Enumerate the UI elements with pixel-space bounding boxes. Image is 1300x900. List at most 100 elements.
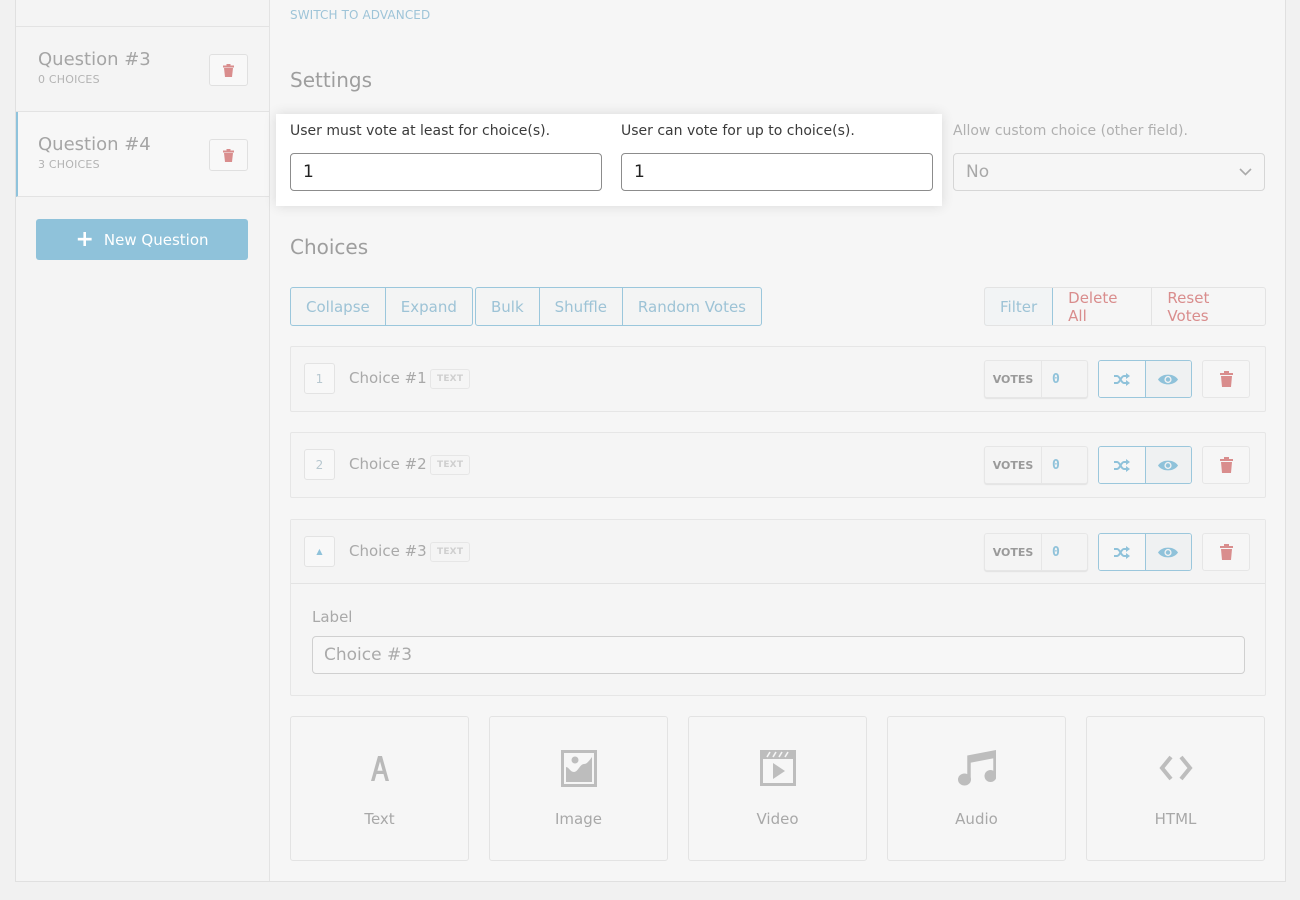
votes-label: VOTES bbox=[985, 447, 1042, 483]
toggle-visibility-button[interactable] bbox=[1145, 447, 1191, 483]
delete-choice-button[interactable] bbox=[1202, 533, 1250, 571]
image-icon bbox=[560, 749, 597, 787]
toggle-visibility-button[interactable] bbox=[1145, 534, 1191, 570]
choice-header[interactable]: 2 Choice #2 TEXT VOTES 0 bbox=[291, 433, 1265, 497]
settings-heading: Settings bbox=[290, 68, 373, 92]
collapse-button[interactable]: Collapse bbox=[291, 288, 386, 325]
choice-label: Choice #2 bbox=[349, 455, 427, 473]
questions-sidebar: Question #3 0 CHOICES Question #4 3 CHOI… bbox=[16, 0, 270, 881]
min-votes-field: User must vote at least for choice(s). 1 bbox=[290, 123, 602, 191]
delete-all-button[interactable]: Delete All bbox=[1053, 288, 1153, 325]
chevron-down-icon bbox=[1239, 168, 1252, 176]
expand-button[interactable]: Expand bbox=[386, 288, 472, 325]
choice-field-label: Label bbox=[312, 608, 353, 626]
shuffle-icon bbox=[1113, 458, 1130, 472]
votes-counter: VOTES 0 bbox=[984, 533, 1088, 571]
add-text-choice-button[interactable]: Text bbox=[290, 716, 469, 861]
choice-label: Choice #3 bbox=[349, 542, 427, 560]
choice-item: 1 Choice #1 TEXT VOTES 0 bbox=[290, 346, 1266, 412]
min-votes-input[interactable]: 1 bbox=[290, 153, 602, 191]
shuffle-icon bbox=[1113, 372, 1130, 386]
shuffle-button[interactable]: Shuffle bbox=[540, 288, 623, 325]
votes-input[interactable]: 0 bbox=[1042, 534, 1087, 570]
trash-icon bbox=[1219, 457, 1233, 473]
choice-header[interactable]: ▲ Choice #3 TEXT VOTES 0 bbox=[291, 520, 1265, 584]
sidebar-item-question-3[interactable]: Question #3 0 CHOICES bbox=[16, 27, 269, 112]
filter-button[interactable]: Filter bbox=[985, 288, 1054, 325]
randomize-votes-button[interactable] bbox=[1099, 534, 1146, 570]
new-question-label: New Question bbox=[103, 230, 209, 249]
min-votes-label: User must vote at least for choice(s). bbox=[290, 123, 551, 139]
reset-votes-button[interactable]: Reset Votes bbox=[1152, 288, 1265, 325]
choice-header[interactable]: 1 Choice #1 TEXT VOTES 0 bbox=[291, 347, 1265, 411]
sidebar-top-spacer bbox=[16, 0, 269, 27]
filter-delete-group: Filter Delete All Reset Votes bbox=[984, 287, 1266, 326]
choice-body: Label Choice #3 bbox=[291, 584, 1265, 674]
trash-icon bbox=[1219, 371, 1233, 387]
choice-type-picker: Text Image Video Audio HTML bbox=[290, 716, 1265, 861]
delete-question-button[interactable] bbox=[209, 54, 248, 86]
delete-question-button[interactable] bbox=[209, 139, 248, 171]
collapse-toggle[interactable]: ▲ bbox=[304, 536, 335, 567]
bulk-actions-group: Bulk Shuffle Random Votes bbox=[475, 287, 762, 326]
choice-actions bbox=[1098, 446, 1192, 484]
choice-type-label: Video bbox=[756, 810, 799, 828]
choice-type-label: Image bbox=[555, 810, 602, 828]
text-icon bbox=[370, 756, 389, 781]
choice-actions bbox=[1098, 533, 1192, 571]
caret-up-icon: ▲ bbox=[316, 547, 323, 556]
add-html-choice-button[interactable]: HTML bbox=[1086, 716, 1265, 861]
votes-label: VOTES bbox=[985, 361, 1042, 397]
video-icon bbox=[759, 750, 796, 786]
custom-choice-label: Allow custom choice (other field). bbox=[953, 123, 1188, 139]
trash-icon bbox=[223, 63, 234, 77]
choice-actions bbox=[1098, 360, 1192, 398]
custom-choice-field: Allow custom choice (other field). No bbox=[953, 123, 1265, 191]
random-votes-button[interactable]: Random Votes bbox=[623, 288, 761, 325]
trash-icon bbox=[1219, 544, 1233, 560]
collapse-expand-group: Collapse Expand bbox=[290, 287, 473, 326]
new-question-button[interactable]: + New Question bbox=[36, 219, 248, 260]
trash-icon bbox=[223, 148, 234, 162]
choice-item: 2 Choice #2 TEXT VOTES 0 bbox=[290, 432, 1266, 498]
choices-heading: Choices bbox=[290, 235, 369, 259]
max-votes-label: User can vote for up to choice(s). bbox=[621, 123, 855, 139]
toggle-visibility-button[interactable] bbox=[1145, 361, 1191, 397]
choice-number[interactable]: 1 bbox=[304, 363, 335, 394]
randomize-votes-button[interactable] bbox=[1099, 361, 1146, 397]
app-frame: Question #3 0 CHOICES Question #4 3 CHOI… bbox=[15, 0, 1286, 882]
audio-icon bbox=[957, 750, 996, 786]
choice-type-badge: TEXT bbox=[430, 542, 471, 562]
choice-type-label: HTML bbox=[1154, 810, 1197, 828]
choice-label-input[interactable]: Choice #3 bbox=[312, 636, 1245, 674]
max-votes-field: User can vote for up to choice(s). 1 bbox=[621, 123, 933, 191]
plus-icon: + bbox=[75, 226, 94, 252]
choice-type-badge: TEXT bbox=[430, 369, 471, 389]
choice-number[interactable]: 2 bbox=[304, 449, 335, 480]
choice-type-label: Text bbox=[364, 810, 395, 828]
delete-choice-button[interactable] bbox=[1202, 446, 1250, 484]
code-icon bbox=[1158, 755, 1193, 781]
switch-to-advanced-link[interactable]: SWITCH TO ADVANCED bbox=[290, 8, 430, 22]
add-image-choice-button[interactable]: Image bbox=[489, 716, 668, 861]
randomize-votes-button[interactable] bbox=[1099, 447, 1146, 483]
shuffle-icon bbox=[1113, 545, 1130, 559]
choice-type-label: Audio bbox=[955, 810, 998, 828]
votes-input[interactable]: 0 bbox=[1042, 361, 1087, 397]
eye-icon bbox=[1158, 374, 1179, 384]
custom-choice-value: No bbox=[966, 162, 990, 182]
votes-label: VOTES bbox=[985, 534, 1042, 570]
add-video-choice-button[interactable]: Video bbox=[688, 716, 867, 861]
sidebar-item-question-4[interactable]: Question #4 3 CHOICES bbox=[16, 112, 269, 197]
eye-icon bbox=[1158, 547, 1179, 557]
votes-counter: VOTES 0 bbox=[984, 360, 1088, 398]
votes-counter: VOTES 0 bbox=[984, 446, 1088, 484]
votes-input[interactable]: 0 bbox=[1042, 447, 1087, 483]
choice-label: Choice #1 bbox=[349, 369, 427, 387]
delete-choice-button[interactable] bbox=[1202, 360, 1250, 398]
bulk-button[interactable]: Bulk bbox=[476, 288, 540, 325]
add-audio-choice-button[interactable]: Audio bbox=[887, 716, 1066, 861]
choice-item-expanded: ▲ Choice #3 TEXT VOTES 0 Label Choice #3 bbox=[290, 519, 1266, 696]
max-votes-input[interactable]: 1 bbox=[621, 153, 933, 191]
custom-choice-select[interactable]: No bbox=[953, 153, 1265, 191]
